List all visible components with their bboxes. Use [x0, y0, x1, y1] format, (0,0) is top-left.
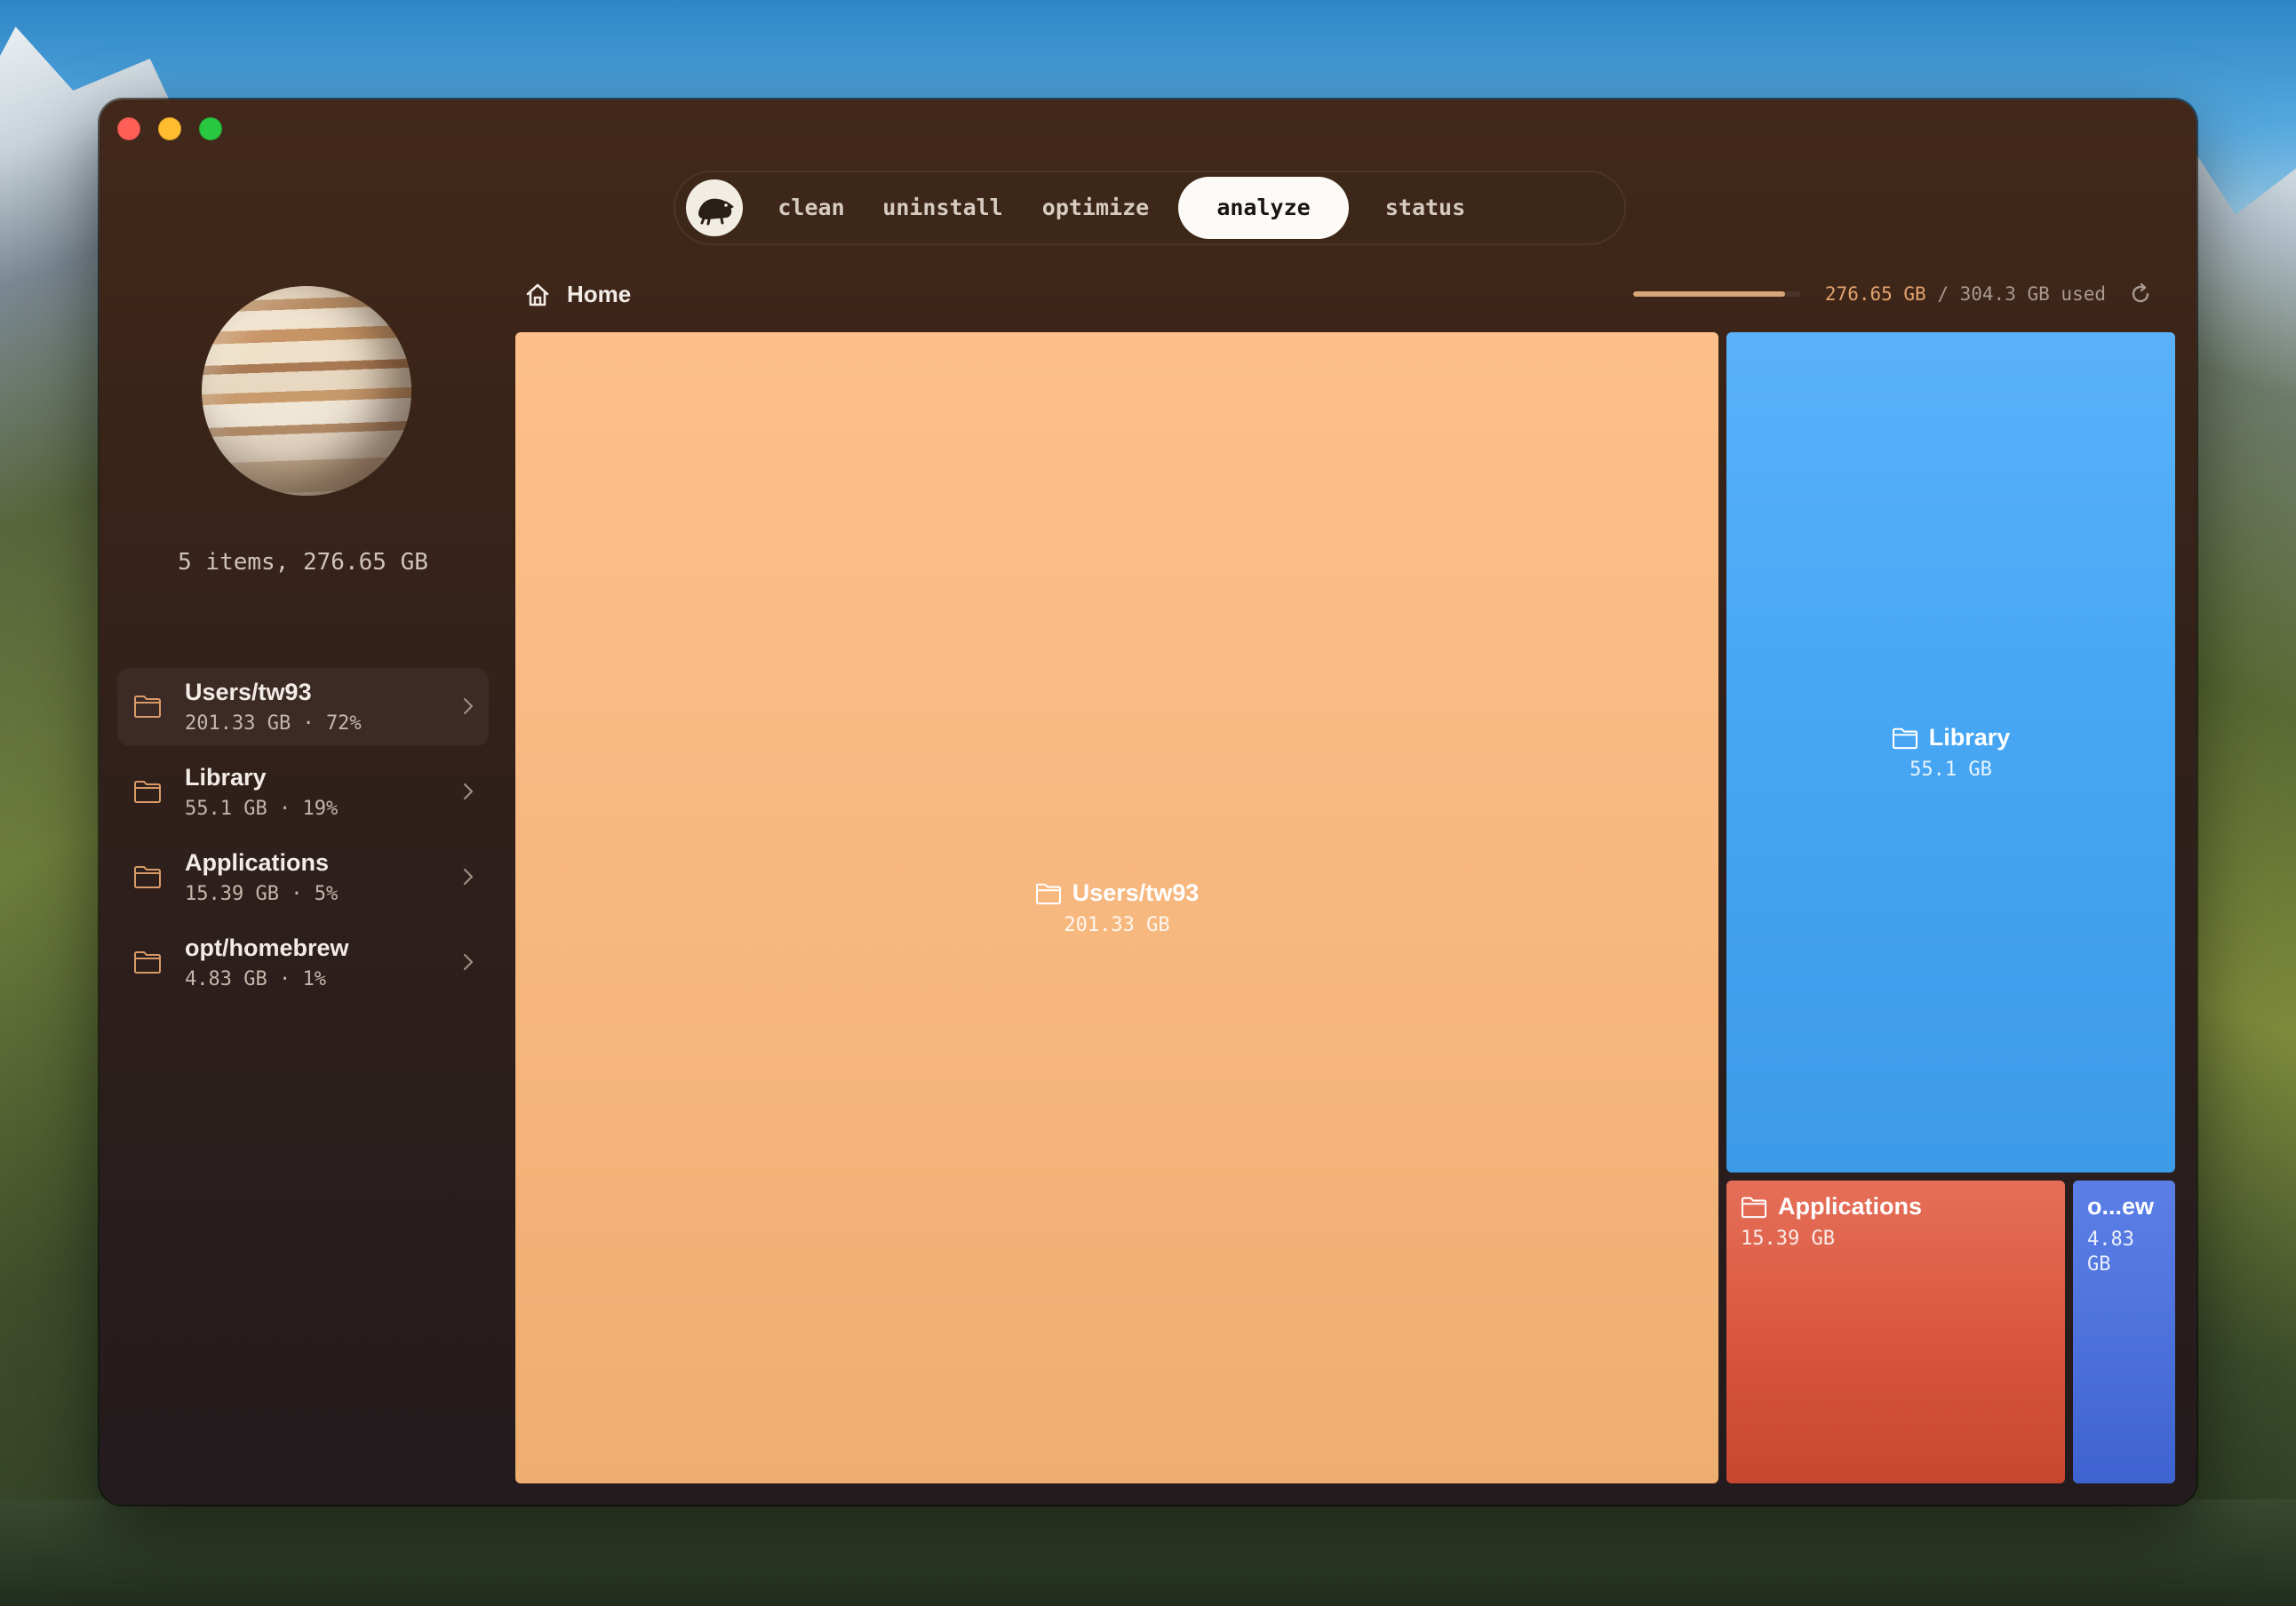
minimize-window-button[interactable]: [158, 117, 181, 140]
directory-list: Users/tw93 201.33 GB · 72% Library 55.1 …: [117, 668, 489, 1009]
item-meta: 4.83 GB · 1%: [185, 968, 326, 990]
treemap: Users/tw93 201.33 GB Library 55.1 GB App…: [515, 332, 2175, 1483]
tile-label: Users/tw93: [1035, 879, 1200, 907]
list-item-applications[interactable]: Applications 15.39 GB · 5%: [117, 839, 489, 917]
folder-icon: [1741, 1197, 1767, 1218]
list-item-homebrew[interactable]: opt/homebrew 4.83 GB · 1%: [117, 924, 489, 1002]
treemap-tile-library[interactable]: Library 55.1 GB: [1726, 332, 2175, 1173]
tile-label: Library: [1892, 724, 2011, 751]
list-item-library[interactable]: Library 55.1 GB · 19%: [117, 753, 489, 831]
usage-used: 276.65 GB: [1824, 283, 1926, 305]
home-icon: [526, 283, 549, 306]
folder-icon: [1035, 883, 1061, 904]
folder-icon: [134, 696, 161, 718]
item-name: opt/homebrew: [185, 934, 349, 961]
folder-icon: [134, 951, 161, 974]
folder-icon: [134, 781, 161, 803]
planet-illustration: [202, 286, 411, 496]
window-controls: [117, 117, 222, 140]
tab-clean[interactable]: clean: [761, 177, 862, 239]
item-name: Library: [185, 764, 267, 791]
usage-text: 276.65 GB / 304.3 GB used: [1825, 283, 2106, 305]
tile-size: 4.83 GB: [2087, 1228, 2134, 1276]
tile-name: Applications: [1778, 1193, 1923, 1220]
chevron-right-icon: [463, 953, 474, 971]
chevron-right-icon: [463, 783, 474, 800]
treemap-tile-applications[interactable]: Applications 15.39 GB: [1726, 1181, 2065, 1483]
tab-optimize[interactable]: optimize: [1027, 177, 1164, 239]
treemap-tile-homebrew[interactable]: o...ew 4.83 GB: [2073, 1181, 2175, 1483]
folder-icon: [1892, 727, 1917, 749]
chevron-right-icon: [463, 697, 474, 715]
usage-bar-fill: [1632, 291, 1785, 297]
tile-size: 55.1 GB: [1909, 759, 1992, 781]
app-window: clean uninstall optimize analyze status …: [100, 99, 2196, 1505]
tile-name: Library: [1928, 724, 2011, 751]
main-nav: clean uninstall optimize analyze status: [674, 171, 1626, 245]
item-meta: 201.33 GB · 72%: [185, 712, 362, 735]
tab-uninstall[interactable]: uninstall: [867, 177, 1018, 239]
tab-status[interactable]: status: [1370, 177, 1480, 239]
usage-bar: [1632, 291, 1800, 297]
disk-usage: 276.65 GB / 304.3 GB used: [1632, 282, 2152, 306]
tile-size: 201.33 GB: [1064, 914, 1170, 936]
item-name: Applications: [185, 849, 330, 876]
tile-size: 15.39 GB: [1741, 1228, 1835, 1250]
close-window-button[interactable]: [117, 117, 140, 140]
item-name: Users/tw93: [185, 679, 312, 705]
tab-analyze[interactable]: analyze: [1178, 177, 1349, 239]
chevron-right-icon: [463, 868, 474, 886]
mole-logo-icon[interactable]: [686, 179, 743, 236]
wallpaper-ground: [0, 1499, 2296, 1606]
tile-label: Applications: [1741, 1193, 2051, 1220]
refresh-icon[interactable]: [2129, 282, 2152, 306]
list-item-users[interactable]: Users/tw93 201.33 GB · 72%: [117, 668, 489, 746]
folder-icon: [134, 866, 161, 888]
breadcrumb-home-label: Home: [567, 281, 632, 307]
item-meta: 55.1 GB · 19%: [185, 798, 339, 820]
tile-name: o...ew: [2087, 1193, 2155, 1220]
treemap-tile-users[interactable]: Users/tw93 201.33 GB: [515, 332, 1718, 1483]
tile-label: o...ew: [2087, 1193, 2161, 1220]
zoom-window-button[interactable]: [199, 117, 222, 140]
tile-name: Users/tw93: [1072, 879, 1200, 906]
items-summary: 5 items, 276.65 GB: [178, 549, 428, 576]
usage-total: / 304.3 GB used: [1925, 283, 2106, 305]
item-meta: 15.39 GB · 5%: [185, 883, 339, 905]
breadcrumb[interactable]: Home: [524, 281, 631, 308]
